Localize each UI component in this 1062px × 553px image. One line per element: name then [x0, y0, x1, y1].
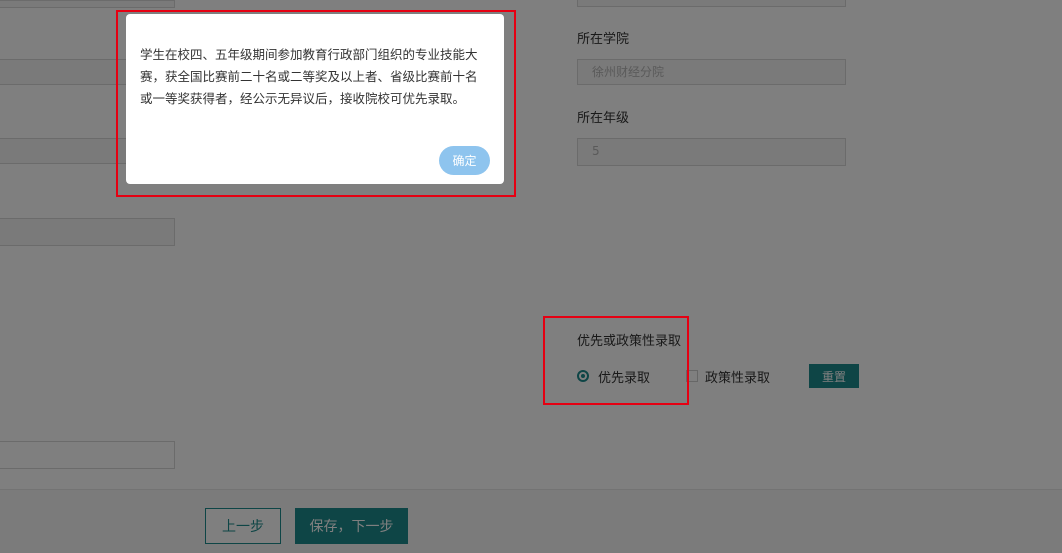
highlight-box-admission: [543, 316, 689, 405]
highlight-box-dialog: [116, 10, 516, 197]
